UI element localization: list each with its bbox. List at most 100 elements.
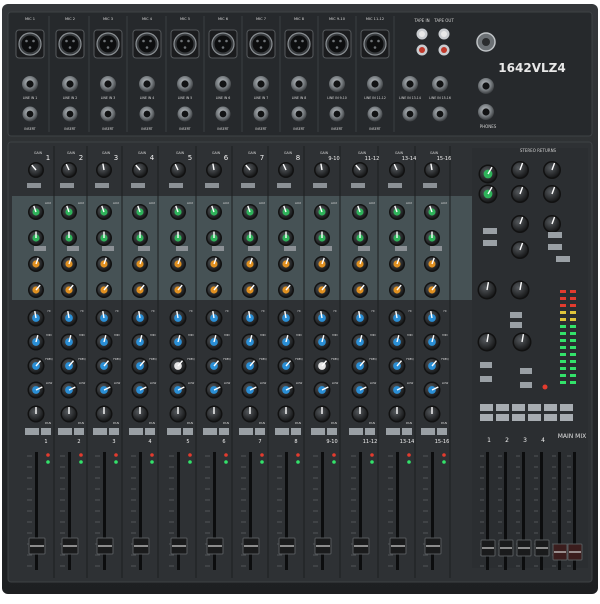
insert-jack <box>62 106 78 122</box>
led-overload <box>79 453 83 457</box>
mute-button <box>239 428 253 435</box>
gain-label: GAIN <box>430 151 439 155</box>
solo-button <box>41 428 51 435</box>
channel-number-lower: 3 <box>112 439 115 445</box>
jack-hole <box>104 80 112 88</box>
eq-knob <box>241 309 259 327</box>
eq-knob <box>131 333 149 351</box>
eq-label: MID <box>332 333 337 337</box>
aux-send-knob <box>96 204 112 220</box>
led-signal <box>442 460 446 464</box>
aux-send-knob <box>314 204 330 220</box>
jack-hole <box>436 80 444 88</box>
eq-label: MID <box>407 333 412 337</box>
eq-label: LOW <box>296 381 303 385</box>
xlr-pin <box>218 39 221 43</box>
mic-label: MIC 4 <box>142 17 153 21</box>
line-input-jack <box>177 76 193 92</box>
xlr-pin <box>145 46 149 49</box>
led-overload <box>407 453 411 457</box>
eq-knob <box>388 381 406 399</box>
return-knob <box>511 185 529 203</box>
xlr-pin <box>377 39 380 43</box>
eq-knob <box>351 381 369 399</box>
aux-label: AUX <box>223 201 229 205</box>
jack-hole <box>143 110 151 118</box>
xlr-input <box>360 29 390 59</box>
eq-label: MID <box>114 333 119 337</box>
meter-led <box>560 325 566 328</box>
xlr-pin <box>221 46 225 49</box>
aux-send-knob <box>96 256 112 272</box>
eq-knob <box>241 333 259 351</box>
xlr-pin <box>183 46 187 49</box>
channel-number: 3 <box>114 154 118 162</box>
eq-knob <box>131 357 149 375</box>
insert-label: INSERT <box>331 127 342 131</box>
eq-label: LOW <box>332 381 339 385</box>
aux-send-knob <box>352 256 368 272</box>
xlr-pin <box>263 39 266 43</box>
return-knob <box>543 161 561 179</box>
assign-button <box>496 404 509 411</box>
xlr-pin <box>103 39 106 43</box>
control-room-knob <box>512 332 532 352</box>
xlr-pin <box>28 46 32 49</box>
solo-button <box>109 428 119 435</box>
eq-knob <box>27 309 45 327</box>
eq-knob <box>388 357 406 375</box>
line-in-label: LINE IN 13-14 <box>399 96 421 100</box>
meter-led <box>560 290 566 293</box>
jack-hole <box>482 82 490 90</box>
model-label: 1642VLZ4 <box>498 61 565 75</box>
meter-led <box>570 346 576 349</box>
rca-jack <box>438 28 450 40</box>
insert-jack <box>253 106 269 122</box>
pan-label: PAN <box>295 421 301 425</box>
pan-label: PAN <box>441 421 447 425</box>
line-in-label: LINE IN 2 <box>63 96 78 100</box>
low-cut-button <box>169 183 183 188</box>
gain-label: GAIN <box>67 151 76 155</box>
channel-number: 11-12 <box>365 156 380 162</box>
aux-send-knob <box>170 256 186 272</box>
eq-label: FREQ <box>369 357 377 361</box>
pan-knob <box>95 405 113 423</box>
jack-hole <box>371 110 379 118</box>
xlr-face <box>61 35 79 53</box>
jack-hole <box>66 110 74 118</box>
gain-knob <box>61 162 77 178</box>
xlr-pin <box>32 39 35 43</box>
led-signal <box>260 460 264 464</box>
xlr-face <box>99 35 117 53</box>
xlr-pin <box>256 39 259 43</box>
aux-label: AUX <box>406 201 412 205</box>
xlr-input <box>284 29 314 59</box>
xlr-face <box>138 35 156 53</box>
meter-led <box>560 346 566 349</box>
insert-label: INSERT <box>369 127 380 131</box>
pre-post-button <box>395 246 407 251</box>
xlr-face <box>214 35 232 53</box>
master-button <box>520 382 532 388</box>
eq-label: HI <box>116 309 119 313</box>
aux-send-knob <box>242 282 258 298</box>
eq-knob <box>60 309 78 327</box>
channel-number: 13-14 <box>402 156 417 162</box>
led-signal <box>407 460 411 464</box>
pan-knob <box>241 405 259 423</box>
channel-number-lower: 8 <box>294 439 297 445</box>
rca-center <box>419 31 425 37</box>
xlr-pin <box>187 39 190 43</box>
meter-led <box>570 339 576 342</box>
xlr-input <box>93 29 123 59</box>
xlr-pin <box>106 46 110 49</box>
eq-label: MID <box>224 333 229 337</box>
eq-knob <box>388 309 406 327</box>
aux-send-knob <box>96 230 112 246</box>
meter-led <box>560 367 566 370</box>
pan-label: PAN <box>223 421 229 425</box>
eq-label: HI <box>409 309 412 313</box>
aux-send-knob <box>314 230 330 246</box>
aux-send-knob <box>389 282 405 298</box>
